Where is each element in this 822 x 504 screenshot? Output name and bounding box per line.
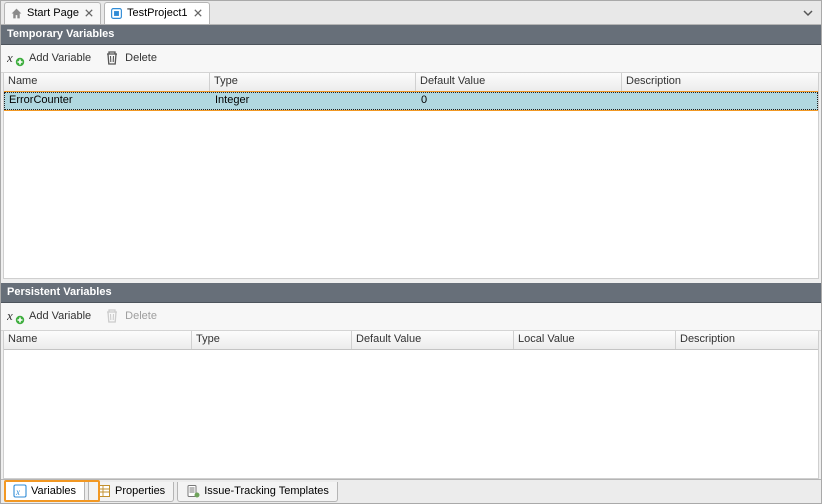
- column-header-local-value[interactable]: Local Value: [514, 331, 676, 349]
- cell-name[interactable]: ErrorCounter: [5, 93, 211, 109]
- properties-icon: [97, 484, 111, 498]
- close-icon[interactable]: [83, 7, 95, 19]
- persistent-variables-header: Persistent Variables: [1, 283, 821, 303]
- column-header-name[interactable]: Name: [4, 73, 210, 91]
- persistent-grid[interactable]: Name Type Default Value Local Value Desc…: [3, 331, 819, 480]
- tab-properties[interactable]: Properties: [88, 482, 174, 502]
- variables-icon: x: [13, 484, 27, 498]
- tab-properties-label: Properties: [115, 485, 165, 497]
- temporary-variables-pane: Temporary Variables x Add Variable Delet…: [1, 25, 821, 281]
- table-row[interactable]: ErrorCounter Integer 0: [4, 92, 818, 110]
- home-icon: [10, 7, 23, 20]
- cell-description[interactable]: [623, 93, 817, 109]
- project-icon: [110, 7, 123, 20]
- add-variable-button[interactable]: x Add Variable: [7, 49, 91, 67]
- add-variable-button[interactable]: x Add Variable: [7, 307, 91, 325]
- persistent-variables-title: Persistent Variables: [7, 286, 112, 298]
- temporary-grid[interactable]: Name Type Default Value Description Erro…: [3, 73, 819, 279]
- tab-variables[interactable]: x Variables: [4, 482, 85, 502]
- add-variable-icon: x: [7, 49, 25, 67]
- svg-text:x: x: [7, 308, 13, 323]
- variables-editor-window: Start Page TestProject1 Temporary Variab…: [0, 0, 822, 504]
- delete-variable-label: Delete: [125, 310, 157, 322]
- temporary-toolbar: x Add Variable Delete: [1, 45, 821, 73]
- persistent-variables-pane: Persistent Variables x Add Variable Dele…: [1, 283, 821, 480]
- persistent-grid-header: Name Type Default Value Local Value Desc…: [4, 331, 818, 350]
- chevron-down-icon: [803, 9, 813, 17]
- tab-variables-label: Variables: [31, 485, 76, 497]
- delete-variable-label: Delete: [125, 52, 157, 64]
- column-header-name[interactable]: Name: [4, 331, 192, 349]
- cell-type[interactable]: Integer: [211, 93, 417, 109]
- cell-default-value[interactable]: 0: [417, 93, 623, 109]
- column-header-type[interactable]: Type: [192, 331, 352, 349]
- add-variable-label: Add Variable: [29, 52, 91, 64]
- column-header-type[interactable]: Type: [210, 73, 416, 91]
- tab-start-page-label: Start Page: [27, 7, 79, 19]
- add-variable-icon: x: [7, 307, 25, 325]
- delete-variable-button: Delete: [103, 307, 157, 325]
- tab-start-page[interactable]: Start Page: [4, 2, 101, 24]
- svg-text:x: x: [7, 50, 13, 65]
- tab-testproject1-label: TestProject1: [127, 7, 188, 19]
- temporary-variables-header: Temporary Variables: [1, 25, 821, 45]
- document-tabs-bar: Start Page TestProject1: [1, 1, 821, 25]
- temporary-grid-header: Name Type Default Value Description: [4, 73, 818, 92]
- close-icon[interactable]: [192, 7, 204, 19]
- persistent-toolbar: x Add Variable Delete: [1, 303, 821, 331]
- column-header-default-value[interactable]: Default Value: [416, 73, 622, 91]
- column-header-description[interactable]: Description: [622, 73, 818, 91]
- tab-testproject1[interactable]: TestProject1: [104, 2, 210, 24]
- tab-issue-tracking-templates[interactable]: Issue-Tracking Templates: [177, 482, 338, 502]
- trash-icon: [103, 307, 121, 325]
- temporary-variables-title: Temporary Variables: [7, 28, 114, 40]
- svg-text:x: x: [15, 487, 20, 497]
- delete-variable-button[interactable]: Delete: [103, 49, 157, 67]
- editor-bottom-tabs: x Variables Properties Issue-Tracking Te…: [1, 479, 821, 503]
- issue-tracking-icon: [186, 484, 200, 498]
- tabs-overflow-menu[interactable]: [801, 2, 815, 24]
- tab-issue-tracking-label: Issue-Tracking Templates: [204, 485, 329, 497]
- column-header-default-value[interactable]: Default Value: [352, 331, 514, 349]
- column-header-description[interactable]: Description: [676, 331, 818, 349]
- add-variable-label: Add Variable: [29, 310, 91, 322]
- trash-icon: [103, 49, 121, 67]
